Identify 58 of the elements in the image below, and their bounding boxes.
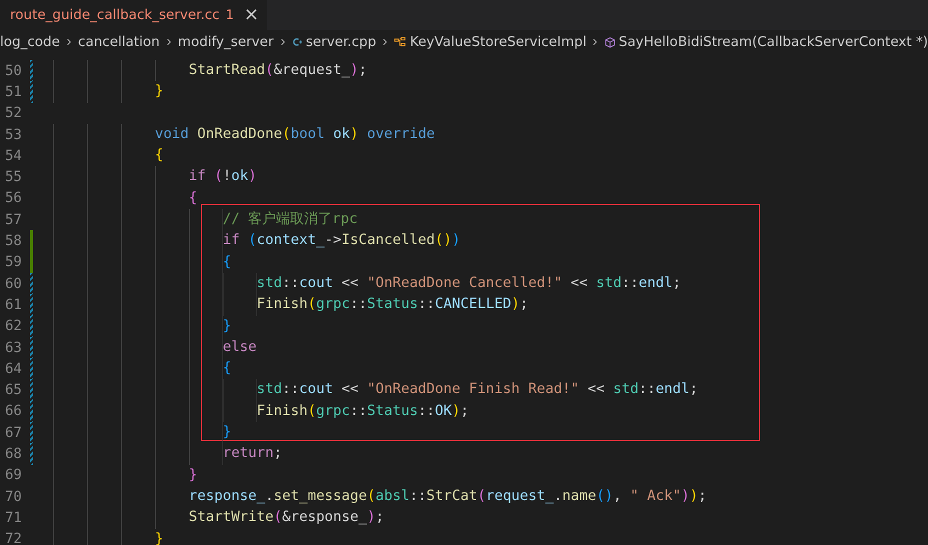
line-number: 59 (5, 254, 22, 270)
cpp-file-icon (292, 35, 302, 49)
code-line: } (222, 423, 232, 442)
tab-title: route_guide_callback_server.cc (10, 7, 220, 23)
code-line: std::cout << "OnReadDone Cancelled!" << std::endl; (256, 274, 682, 293)
code-line: Finish(grpc::Status::CANCELLED); (256, 295, 528, 314)
line-number: 67 (5, 424, 22, 441)
line-number: 51 (5, 84, 22, 100)
breadcrumb-item[interactable]: server.cpp (306, 34, 376, 50)
line-number: 52 (5, 105, 22, 122)
code-line: } (188, 466, 198, 485)
breadcrumb-item[interactable]: SayHelloBidiStream(CallbackServerContext *) (618, 34, 928, 50)
line-number: 53 (5, 126, 22, 143)
code-line: response_.set_message(absl::StrCat(request_.name(), " Ack")); (188, 486, 707, 506)
line-number: 70 (5, 488, 22, 505)
code-line: } (154, 530, 164, 545)
code-line: { (222, 252, 232, 272)
code-line: void OnReadDone(bool ok) override (154, 124, 435, 144)
code-comment: // 客户端取消了rpc (222, 210, 358, 230)
line-number: 71 (5, 510, 22, 526)
cube-icon (604, 34, 615, 50)
line-number: 66 (5, 403, 22, 420)
code-line: { (188, 188, 198, 208)
line-number: 58 (5, 233, 22, 250)
code-line: } (154, 82, 164, 102)
line-number: 56 (5, 190, 22, 206)
code-line: } (222, 316, 232, 336)
code-line: Finish(grpc::Status::OK); (256, 402, 469, 421)
close-button[interactable]: × (244, 6, 259, 24)
breadcrumb-item[interactable]: log_code (0, 34, 60, 50)
line-number: 60 (5, 276, 22, 292)
line-number: 65 (5, 382, 22, 398)
line-number: 72 (5, 531, 22, 545)
problem-count: 1 (226, 8, 234, 22)
code-line: return; (222, 444, 282, 464)
line-number: 50 (5, 62, 22, 79)
line-number: 69 (5, 467, 22, 484)
breadcrumb-item[interactable]: modify_server (178, 34, 274, 50)
line-number: 61 (5, 296, 22, 313)
code-line: { (222, 359, 232, 378)
code-line: StartWrite(&response_); (188, 508, 384, 528)
code-line: if (!ok) (188, 167, 257, 186)
line-number: 62 (5, 318, 22, 334)
code-line: if (context_->IsCancelled()) (222, 231, 460, 250)
line-number: 54 (5, 148, 22, 164)
breadcrumb-item[interactable]: KeyValueStoreServiceImpl (410, 34, 586, 50)
editor-tab[interactable]: route_guide_callback_server.cc 1 × (0, 0, 267, 30)
code-line: else (222, 338, 257, 357)
code-line: std::cout << "OnReadDone Finish Read!" << std::endl; (256, 380, 698, 400)
line-number: 63 (5, 340, 22, 356)
class-icon (394, 35, 406, 49)
line-number: 55 (5, 169, 22, 186)
breadcrumb-item[interactable]: cancellation (78, 34, 160, 50)
line-number: 68 (5, 446, 22, 462)
code-line: StartRead(&request_); (188, 61, 368, 80)
line-number: 57 (5, 212, 22, 228)
code-line: { (154, 146, 164, 166)
line-number: 64 (5, 360, 22, 377)
